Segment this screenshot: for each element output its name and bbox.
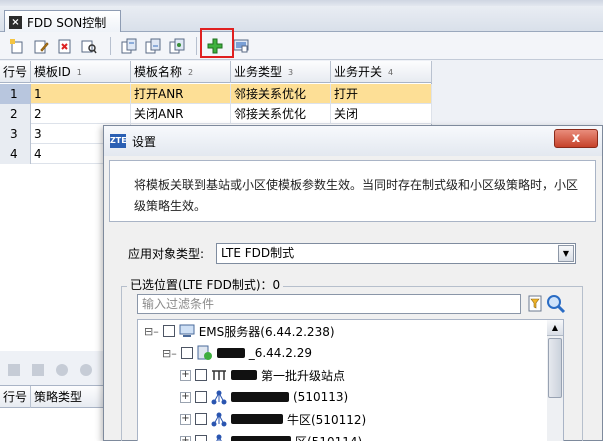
dialog-titlebar[interactable]: ZTE 设置 x — [104, 126, 602, 156]
expand-icon[interactable]: + — [180, 391, 191, 403]
tab-bar: × FDD SON控制 — [0, 6, 603, 33]
monitor-icon[interactable] — [232, 37, 250, 55]
tree-node-label: 牛区(510112) — [287, 412, 367, 427]
tab-label: FDD SON控制 — [27, 15, 107, 30]
checkbox[interactable] — [195, 391, 207, 403]
toolbar-separator — [110, 37, 111, 55]
checkbox[interactable] — [162, 325, 175, 337]
lower-toolbar — [0, 355, 105, 383]
tree-node-label: _6.44.2.29 — [248, 346, 312, 360]
search-icon[interactable] — [546, 294, 566, 314]
toolbar — [0, 32, 603, 60]
disabled-icon — [54, 362, 70, 381]
checkbox[interactable] — [180, 347, 193, 359]
tree-node-omc[interactable]: ⊟– _6.44.2.29 — [162, 342, 312, 364]
col-header-name[interactable]: 模板名称 2 — [131, 61, 231, 83]
close-button[interactable]: x — [554, 129, 598, 148]
tab-fdd-son[interactable]: × FDD SON控制 — [4, 10, 121, 33]
tree-node-district[interactable]: + 区(510114) — [180, 430, 362, 441]
disabled-icon — [78, 362, 94, 381]
checkbox[interactable] — [195, 413, 207, 425]
table-row[interactable]: 2 2 关闭ANR 邻接关系优化 关闭 — [0, 104, 432, 124]
selected-location-title: 已选位置(LTE FDD制式)：0 — [127, 276, 284, 293]
scroll-up-icon[interactable]: ▲ — [547, 320, 563, 336]
redacted-text — [216, 348, 245, 358]
settings-dialog: ZTE 设置 x 将模板关联到基站或小区使模板参数生效。当同时存在制式级和小区级… — [103, 125, 603, 441]
cell-id: 2 — [31, 104, 131, 124]
expand-icon[interactable]: + — [180, 413, 191, 425]
scrollbar-thumb[interactable] — [548, 338, 562, 398]
col-header-rownum[interactable]: 行号 — [0, 386, 31, 408]
toolbar-separator — [196, 37, 197, 55]
redacted-text — [231, 392, 289, 402]
chevron-down-icon[interactable]: ▼ — [558, 245, 574, 262]
strategy-table: 行号 策略类型 — [0, 385, 105, 441]
tree-node-batch[interactable]: + 第一批升级站点 — [180, 364, 345, 386]
network-node-icon — [211, 390, 227, 405]
highlight-box — [200, 28, 234, 58]
tree-node-ems[interactable]: ⊟– EMS服务器(6.44.2.238) — [144, 320, 335, 342]
disabled-icon — [30, 362, 46, 381]
expand-icon[interactable]: + — [180, 435, 191, 441]
cell-type: 邻接关系优化 — [231, 84, 331, 104]
network-node-icon — [211, 412, 227, 427]
tree-node-district[interactable]: + (510113) — [180, 386, 348, 408]
cell-name: 打开ANR — [131, 84, 231, 104]
target-type-select[interactable]: LTE FDD制式 ▼ — [216, 243, 576, 264]
network-node-icon — [216, 434, 222, 441]
location-tree: ⊟– EMS服务器(6.44.2.238) ⊟– _6.44.2.29 + 第一… — [137, 319, 563, 441]
tree-node-label: 第一批升级站点 — [261, 368, 346, 383]
col-header-type[interactable]: 业务类型 3 — [231, 61, 331, 83]
expand-icon[interactable]: + — [180, 369, 191, 381]
dialog-title: 设置 — [132, 134, 157, 149]
delete-icon[interactable] — [56, 37, 74, 55]
cell-switch: 打开 — [331, 84, 432, 104]
site-group-icon — [212, 370, 226, 380]
tree-node-label: EMS服务器(6.44.2.238) — [198, 324, 335, 339]
tree-node-label: 区(510114) — [295, 433, 362, 441]
table-row[interactable]: 1 1 打开ANR 邻接关系优化 打开 — [0, 84, 432, 104]
col-header-rownum[interactable]: 行号 — [0, 61, 31, 83]
info-message: 将模板关联到基站或小区使模板参数生效。当同时存在制式级和小区级策略时，小区级策略… — [109, 160, 596, 222]
row-number: 4 — [0, 144, 31, 164]
cell-switch: 关闭 — [331, 104, 432, 124]
search-users-icon[interactable] — [80, 37, 98, 55]
filter-input[interactable]: 输入过滤条件 — [137, 294, 521, 314]
target-type-value: LTE FDD制式 — [221, 246, 295, 260]
server-icon — [179, 324, 195, 337]
col-header-switch[interactable]: 业务开关 4 — [331, 61, 432, 83]
disabled-icon — [6, 362, 22, 381]
close-icon[interactable]: × — [9, 15, 22, 29]
cell-id: 1 — [31, 84, 131, 104]
refresh-icon[interactable] — [168, 37, 186, 55]
checkbox[interactable] — [195, 435, 207, 441]
table-header: 行号 策略类型 — [0, 386, 105, 408]
cell-type: 邻接关系优化 — [231, 104, 331, 124]
table-header: 行号 模板ID 1 模板名称 2 业务类型 3 业务开关 4 — [0, 61, 432, 83]
col-header-strategy-type[interactable]: 策略类型 — [31, 386, 105, 408]
filter-icon[interactable] — [528, 295, 542, 312]
tree-node-label: (510113) — [293, 390, 349, 404]
ne-status-icon — [197, 345, 212, 360]
tree-node-district[interactable]: + 牛区(510112) — [180, 408, 366, 430]
tree-scrollbar[interactable]: ▲ — [547, 319, 564, 441]
redacted-text — [231, 414, 283, 424]
import-icon[interactable] — [144, 37, 162, 55]
row-number: 3 — [0, 124, 31, 144]
redacted-text — [231, 370, 257, 380]
row-number: 1 — [0, 84, 31, 104]
redacted-text — [231, 436, 291, 441]
cell-name: 关闭ANR — [131, 104, 231, 124]
target-type-label: 应用对象类型: — [128, 246, 205, 261]
col-header-id[interactable]: 模板ID 1 — [31, 61, 131, 83]
app-logo-icon: ZTE — [110, 134, 127, 148]
edit-icon[interactable] — [32, 37, 50, 55]
checkbox[interactable] — [195, 369, 207, 381]
new-icon[interactable] — [8, 37, 26, 55]
export-icon[interactable] — [120, 37, 138, 55]
row-number: 2 — [0, 104, 31, 124]
